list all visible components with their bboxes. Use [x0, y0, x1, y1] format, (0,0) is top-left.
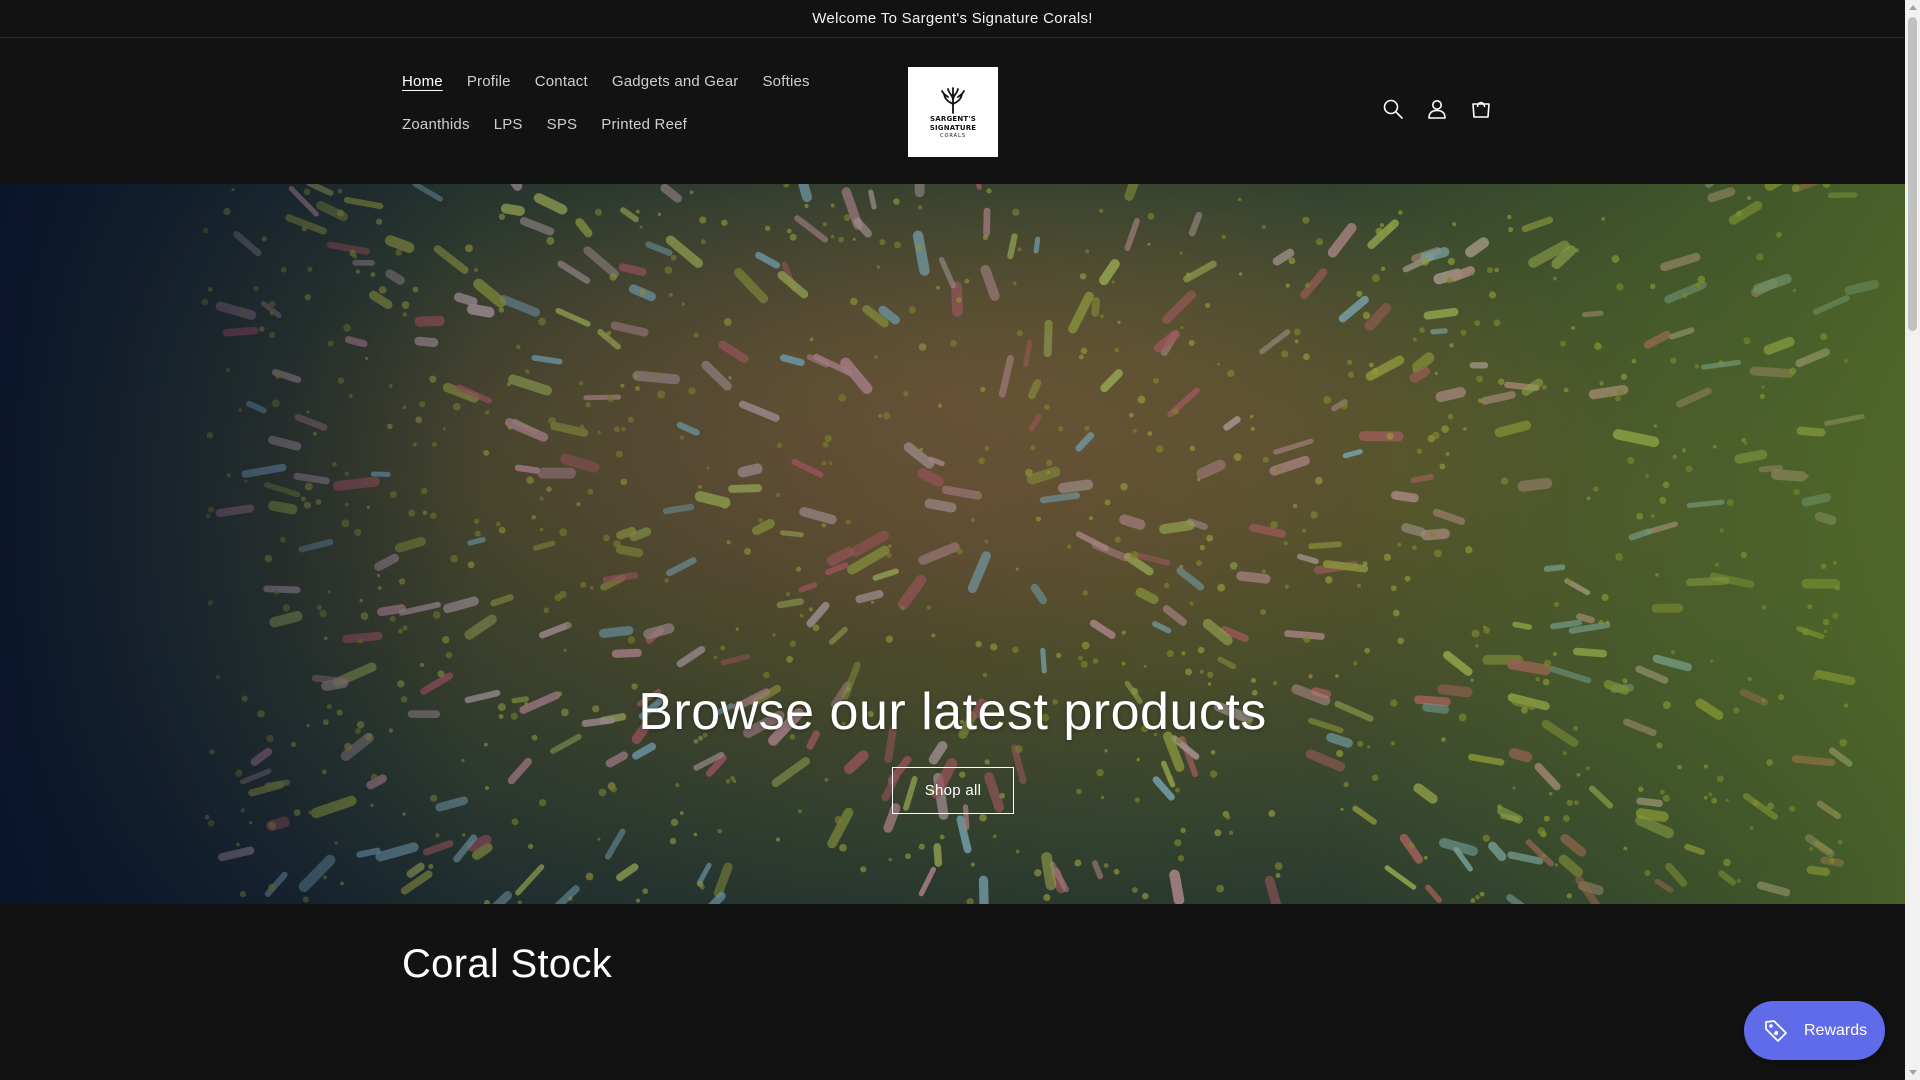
main-nav: Home Profile Contact Gadgets and Gear So…: [392, 60, 912, 146]
scroll-up-arrow-icon[interactable]: [1909, 5, 1917, 10]
nav-row-1: Home Profile Contact Gadgets and Gear So…: [392, 60, 912, 103]
nav-item-profile[interactable]: Profile: [455, 73, 523, 90]
site-header: Home Profile Contact Gadgets and Gear So…: [0, 38, 1905, 184]
nav-item-zoanthids[interactable]: Zoanthids: [392, 116, 482, 133]
announcement-bar: Welcome To Sargent's Signature Corals!: [0, 0, 1905, 38]
logo-line-2: SIGNATURE: [929, 123, 977, 132]
logo-line-1: SARGENT'S: [930, 114, 976, 123]
page-scrollbar[interactable]: [1905, 0, 1920, 1080]
nav-item-softies[interactable]: Softies: [750, 73, 821, 90]
scroll-thumb[interactable]: [1908, 17, 1917, 331]
page: Welcome To Sargent's Signature Corals! H…: [0, 0, 1905, 1080]
hero-title: Browse our latest products: [638, 683, 1267, 741]
tag-icon: [1765, 1019, 1787, 1042]
shop-all-button[interactable]: Shop all: [892, 767, 1014, 814]
nav-item-printed-reef[interactable]: Printed Reef: [589, 116, 699, 133]
nav-item-contact[interactable]: Contact: [523, 73, 600, 90]
nav-item-home[interactable]: Home: [392, 73, 455, 90]
header-icons: [1380, 96, 1494, 122]
cart-icon[interactable]: [1468, 96, 1494, 122]
rewards-label: Rewards: [1804, 1021, 1868, 1039]
coral-logo-icon: [941, 86, 965, 114]
logo-line-3: CORALS: [939, 132, 967, 139]
nav-row-2: Zoanthids LPS SPS Printed Reef: [392, 103, 912, 146]
nav-item-lps[interactable]: LPS: [482, 116, 535, 133]
announcement-text: Welcome To Sargent's Signature Corals!: [812, 10, 1093, 27]
rewards-button[interactable]: Rewards: [1744, 1001, 1885, 1060]
search-icon[interactable]: [1380, 96, 1406, 122]
nav-item-gadgets-and-gear[interactable]: Gadgets and Gear: [600, 73, 751, 90]
site-logo[interactable]: SARGENT'S SIGNATURE CORALS: [908, 67, 998, 157]
hero-banner: Browse our latest products Shop all: [0, 184, 1905, 904]
scroll-down-arrow-icon[interactable]: [1909, 1070, 1917, 1075]
account-icon[interactable]: [1424, 96, 1450, 122]
nav-item-sps[interactable]: SPS: [535, 116, 590, 133]
section-title: Coral Stock: [402, 942, 613, 986]
